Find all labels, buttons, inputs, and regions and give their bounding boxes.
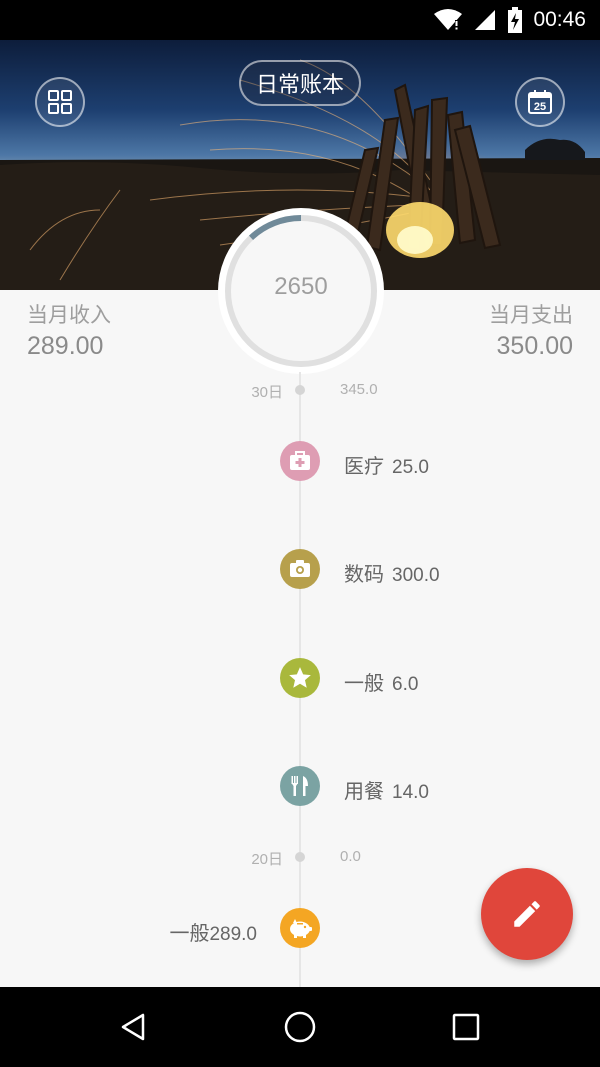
- signal-icon: [475, 10, 496, 30]
- entry-label[interactable]: 一般 6.0: [344, 667, 418, 696]
- entry-amount: 300.0: [392, 565, 440, 586]
- back-icon: [121, 1013, 145, 1041]
- recents-button[interactable]: [436, 997, 496, 1057]
- day-marker: [295, 385, 305, 395]
- income-label: 当月收入: [27, 303, 111, 327]
- budget-value: 2650: [274, 273, 328, 300]
- recents-icon: [452, 1013, 480, 1041]
- account-book-name: 日常账本: [255, 73, 344, 98]
- entry-label[interactable]: 一般289.0: [169, 917, 257, 946]
- medical-kit-icon: [290, 451, 310, 470]
- entry-category-icon[interactable]: [280, 658, 320, 698]
- entry-category-icon[interactable]: [280, 766, 320, 806]
- entry-amount: 6.0: [392, 674, 419, 695]
- entry-category: 一般: [169, 921, 210, 945]
- expense-value: 350.00: [496, 332, 573, 360]
- camera-icon: [290, 560, 310, 577]
- piggy-bank-icon: [290, 919, 312, 938]
- status-icons: 00:46: [433, 6, 586, 34]
- wifi-icon: [434, 9, 463, 30]
- back-button[interactable]: [104, 997, 164, 1057]
- star-icon: [289, 667, 311, 688]
- day-marker: [295, 852, 305, 862]
- status-bar: 00:46: [0, 0, 600, 40]
- entry-category: 医疗: [344, 454, 384, 478]
- entry-category-icon[interactable]: [280, 441, 320, 481]
- grid-menu-icon: [48, 90, 72, 114]
- income-value: 289.00: [27, 332, 104, 360]
- entry-category: 数码: [344, 562, 384, 586]
- battery-charging-icon: [508, 7, 523, 33]
- grid-menu-button[interactable]: [35, 77, 85, 127]
- day-label: 20日: [251, 851, 283, 868]
- home-icon: [284, 1011, 316, 1043]
- day-total: 0.0: [340, 848, 361, 865]
- entry-amount: 289.0: [209, 924, 257, 945]
- entry-category-icon[interactable]: [280, 908, 320, 948]
- entry-label[interactable]: 用餐 14.0: [344, 775, 429, 804]
- entry-category-icon[interactable]: [280, 549, 320, 589]
- day-total: 345.0: [340, 381, 378, 398]
- entry-label[interactable]: 医疗 25.0: [344, 450, 429, 479]
- entry-category: 用餐: [344, 779, 384, 803]
- status-time: 00:46: [533, 8, 586, 31]
- pencil-icon: [514, 901, 540, 927]
- calendar-icon: 25: [528, 90, 552, 114]
- home-button[interactable]: [270, 997, 330, 1057]
- add-record-button[interactable]: [481, 868, 573, 960]
- account-book-selector[interactable]: 日常账本: [239, 60, 361, 106]
- expense-label: 当月支出: [489, 303, 573, 327]
- entry-amount: 14.0: [392, 782, 429, 803]
- day-label: 30日: [251, 384, 283, 401]
- entry-category: 一般: [344, 671, 384, 695]
- entry-label[interactable]: 数码 300.0: [344, 558, 440, 587]
- calendar-button[interactable]: 25: [515, 77, 565, 127]
- fork-knife-icon: [291, 776, 308, 796]
- navigation-bar: [0, 987, 600, 1067]
- entry-amount: 25.0: [392, 457, 429, 478]
- calendar-day: 25: [534, 101, 546, 113]
